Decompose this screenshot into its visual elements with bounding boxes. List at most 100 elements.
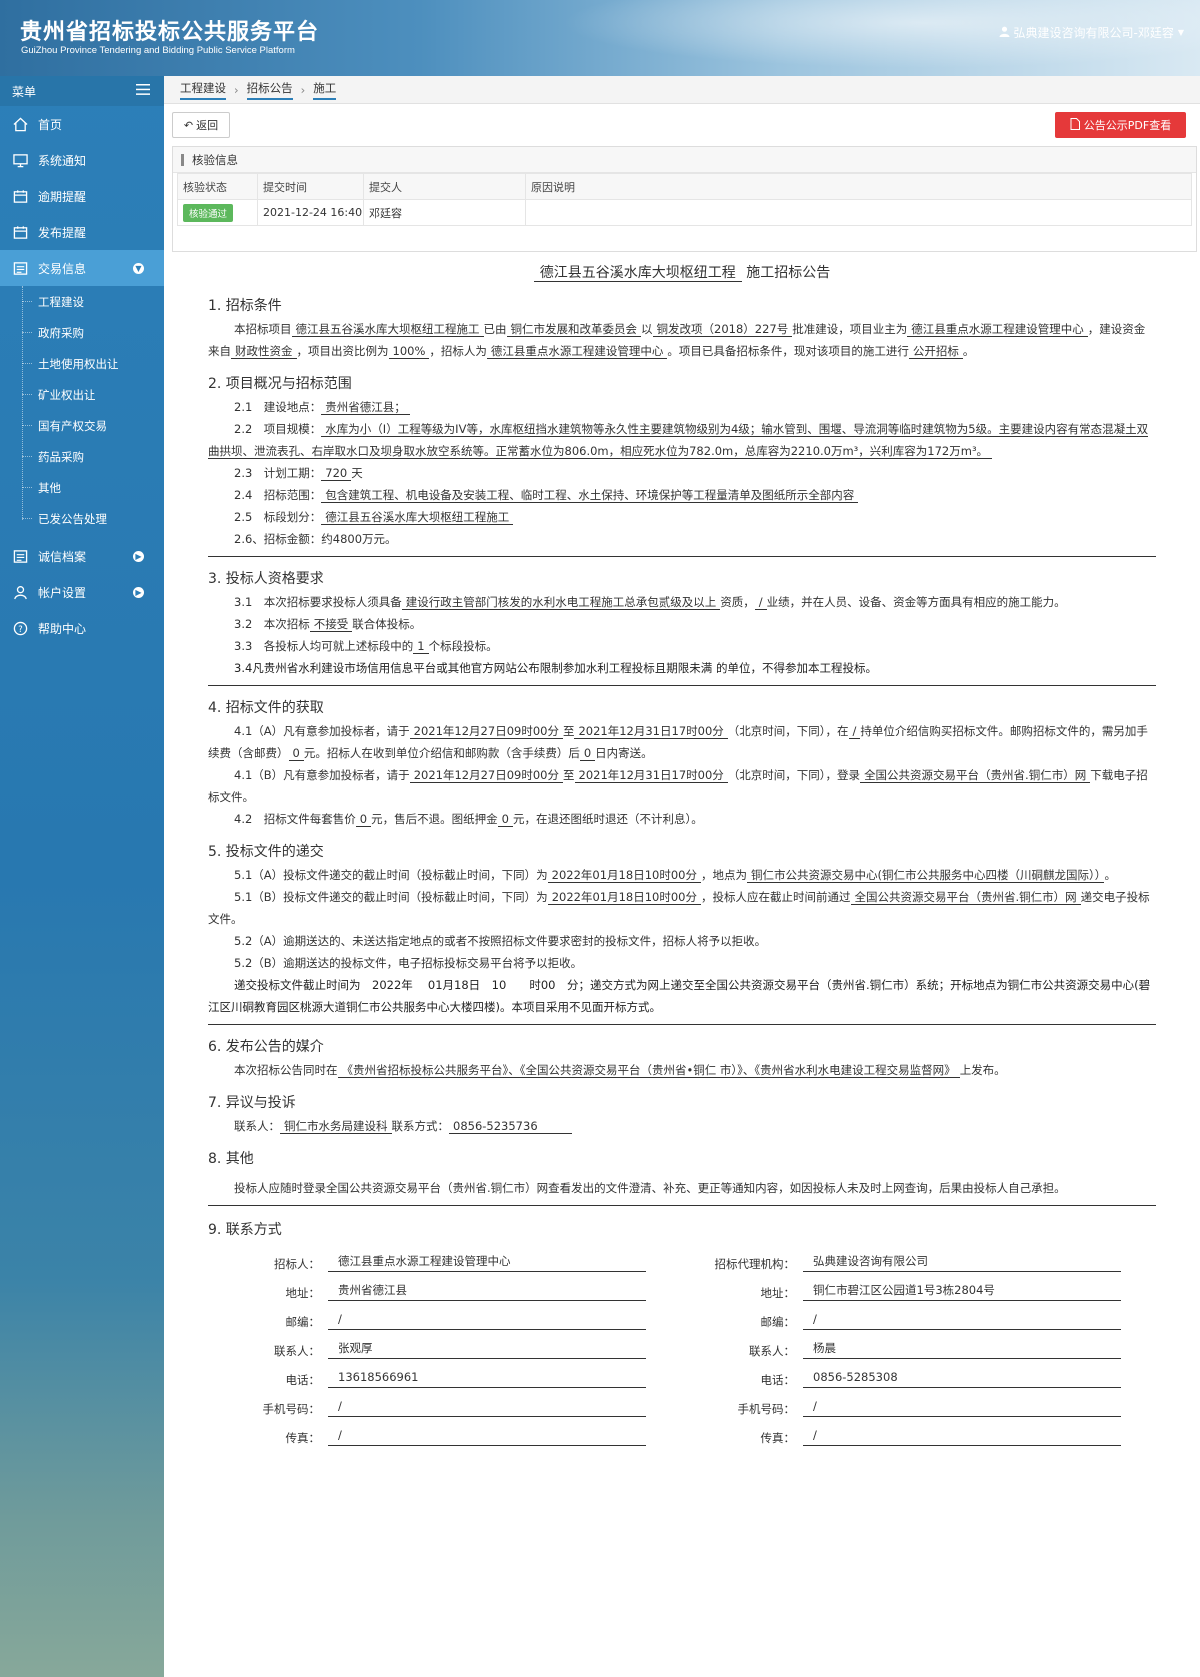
section-heading: 5. 投标文件的递交 [208,844,324,860]
pdf-view-button[interactable]: 公告公示PDF查看 [1055,112,1186,138]
section-8-line: 投标人应随时登录全国公共资源交易平台（贵州省.铜仁市）网查看发出的文件澄清、补充… [234,1181,1066,1195]
text: （北京时间，下同），在 [727,724,849,738]
breadcrumb-construction[interactable]: 施工 [313,80,337,100]
sidebar-subitem-state-property[interactable]: 国有产权交易 [0,410,164,441]
status-badge: 核验通过 [183,203,234,222]
text: 。 [1104,868,1116,882]
section-5-line: 递交投标文件截止时间为 2022年 01月18日 10 时00 分；递交方式为网… [208,978,1151,1014]
sidebar-subitem-land-use[interactable]: 土地使用权出让 [0,348,164,379]
text: 本招标项目 [234,322,292,336]
sidebar-subitem-engineering[interactable]: 工程建设 [0,286,164,317]
announcement-document: 德江县五谷溪水库大坝枢纽工程 施工招标公告 1. 招标条件 本招标项目 德江县五谷… [208,254,1156,1450]
contact-label: 邮编： [285,1315,321,1329]
sidebar-subitem-drug-procurement[interactable]: 药品采购 [0,441,164,472]
text: ，招标人为 [429,344,487,358]
date-end: 2021年12月31日17时00分 [574,768,728,783]
submit-site: 全国公共资源交易平台（贵州省.铜仁市）网 [850,890,1081,905]
tender-method: 公开招标 [908,344,963,359]
sidebar-subitem-other[interactable]: 其他 [0,472,164,503]
approver: 铜仁市发展和改革委员会 [506,322,641,337]
sidebar-item-account[interactable]: 帐户设置 ▶ [0,574,164,610]
sidebar-item-notices[interactable]: 系统通知 [0,142,164,178]
sidebar-item-label: 帐户设置 [38,585,87,600]
title-suffix: 施工招标公告 [746,265,831,281]
table-header-row: 核验状态 提交时间 提交人 原因说明 [177,173,1192,200]
text: 批准建设，项目业主为 [792,322,908,336]
text: 已由 [483,322,507,336]
contact-label: 招标代理机构： [714,1257,796,1271]
text: 2.5 标段划分： [234,510,322,524]
sidebar-item-overdue[interactable]: 逾期提醒 [0,178,164,214]
contact-label: 招标人： [274,1257,320,1271]
section-heading: 3. 投标人资格要求 [208,571,324,587]
text: 以 [641,322,653,336]
sidebar-item-credit[interactable]: 诚信档案 ▶ [0,538,164,574]
tenderer: 德江县重点水源工程建设管理中心 [486,344,668,359]
back-arrow-icon: ↶ [183,118,194,132]
breadcrumb-tender-notice[interactable]: 招标公告 [246,80,293,100]
lot-count: 1 [413,639,429,654]
sidebar-subitem-published[interactable]: 已发公告处理 [0,503,164,534]
text: 2.2 项目规模： [234,422,322,436]
deadline: 2022年01月18日10时00分 [547,890,701,905]
user-name: 弘典建设咨询有限公司-邓廷容 [1013,26,1174,40]
contact-row: 地址： 铜仁市碧江区公园道1号3栋2804号 [683,1279,1121,1301]
project-scale: 水库为小（I）工程等级为IV等，水库枢纽挡水建筑物等永久性主要建筑物级别为4级；… [208,422,1149,459]
section-4-line: 4.1（B）凡有意参加投标者，请于 2021年12月27日09时00分至 2021年… [208,764,1156,808]
text: 5.1（A）投标文件递交的截止时间（投标截止时间，下同）为 [234,868,548,882]
text: 联合体投标。 [352,617,422,631]
pdf-button-label: 公告公示PDF查看 [1083,119,1172,132]
submit-place: 铜仁市公共资源交易中心(铜仁市公共服务中心四楼（川硐麒龙国际）） [746,868,1105,883]
text: 。 [962,344,975,358]
contact-row: 招标代理机构： 弘典建设咨询有限公司 [683,1250,1121,1272]
chevron-right-icon: ▶ [133,550,144,562]
sidebar-item-label: 帮助中心 [38,621,87,636]
chevron-right-icon: › [234,82,239,97]
sidebar-subitem-gov-procurement[interactable]: 政府采购 [0,317,164,348]
verify-panel-title: 核验信息 [173,147,1196,173]
contact-row: 传真： / [683,1424,1121,1446]
contact-value: / [328,1308,646,1330]
column-header: 核验状态 [177,173,258,200]
text: ，地点为 [700,868,747,882]
platform-title: 贵州省招标投标公共服务平台 [20,20,320,45]
section-heading: 2. 项目概况与招标范围 [208,376,352,392]
contact-label: 手机号码： [262,1402,321,1416]
contact-label: 手机号码： [737,1402,796,1416]
sidebar-menu-label: 菜单 [12,84,37,99]
text: 3.1 本次招标要求投标人须具备 [234,595,402,609]
contact-value: 贵州省德江县 [328,1279,646,1301]
performance: / [754,595,767,610]
section-4-line: 4.2 招标文件每套售价 0 元，售后不退。图纸押金 0 元，在退还图纸时退还（不计利息… [208,808,1156,830]
contact-row: 邮编： / [208,1308,646,1330]
main-content: 工程建设 › 招标公告 › 施工 ↶ 返回 公告公示PDF查看 核验信息 核验状… [164,76,1200,1677]
contact-value: 张观厚 [328,1337,646,1359]
section-5-line: 5.2（B）逾期送达的投标文件，电子招标投标交易平台将予以拒收。 [234,956,583,970]
text: ，投标人应在截止时间前通过 [701,890,851,904]
submitter-cell: 邓廷容 [363,199,526,226]
breadcrumb-engineering[interactable]: 工程建设 [180,80,226,100]
sidebar-item-help[interactable]: ? 帮助中心 [0,610,164,646]
tender-scope: 包含建筑工程、机电设备及安装工程、临时工程、水土保持、环境保护等工程量清单及图纸… [321,488,859,503]
sidebar: 菜单 首页 系统通知 逾期提醒 发布提醒 交易信息 ▼ 工程建设 政府采购 土地… [0,76,164,1677]
sidebar-item-publish[interactable]: 发布提醒 [0,214,164,250]
sidebar-item-trade-info[interactable]: 交易信息 ▼ [0,250,164,286]
contact-value: / [803,1424,1121,1446]
chevron-right-icon: ▶ [133,586,144,598]
sidebar-subitem-mining[interactable]: 矿业权出让 [0,379,164,410]
contact-value: 弘典建设咨询有限公司 [803,1250,1121,1272]
text: 元，售后不退。图纸押金 [371,812,498,826]
section-5-line: 5.1（A）投标文件递交的截止时间（投标截止时间，下同）为 2022年01月18日… [208,864,1156,886]
reason-cell [525,199,1192,226]
user-menu[interactable]: 弘典建设咨询有限公司-邓廷容 ▼ [998,24,1184,41]
hamburger-icon[interactable] [136,84,150,98]
sidebar-item-home[interactable]: 首页 [0,106,164,142]
section-heading: 9. 联系方式 [208,1222,282,1238]
sidebar-menu-header: 菜单 [0,76,164,106]
section-2-line: 2.3 计划工期： 720 天 [208,462,1156,484]
svg-text:?: ? [18,623,22,633]
sidebar-item-label: 首页 [38,117,63,132]
back-button[interactable]: ↶ 返回 [172,112,230,138]
qualification: 建设行政主管部门核发的水利水电工程施工总承包贰级及以上 [401,595,721,610]
text: 资质， [720,595,755,609]
